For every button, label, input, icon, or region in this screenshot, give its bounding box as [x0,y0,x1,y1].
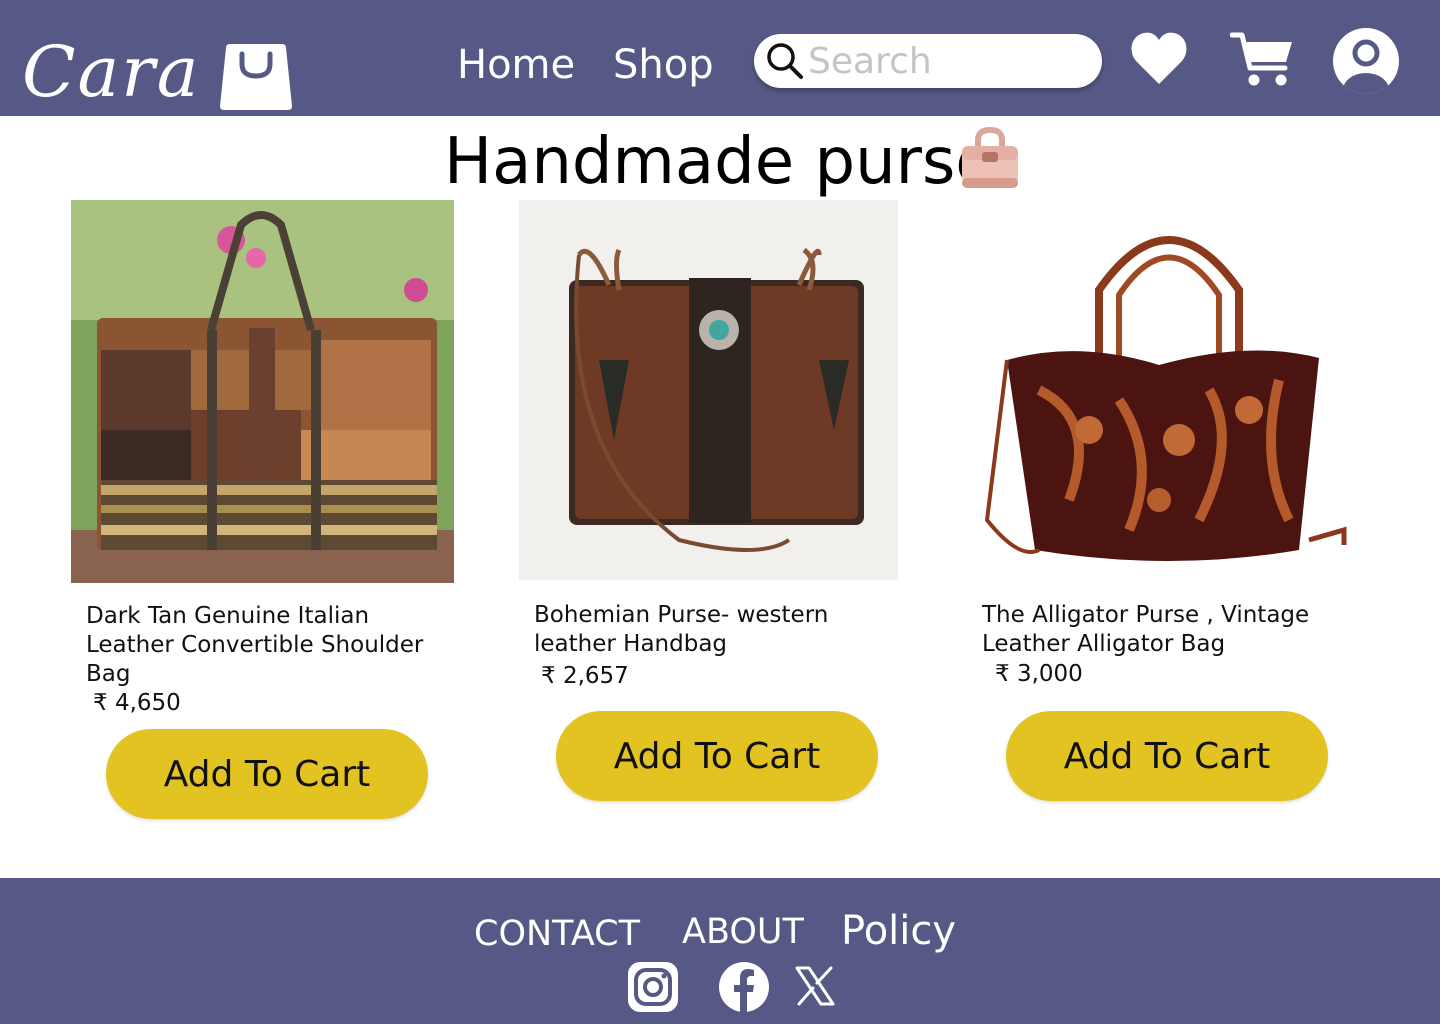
logo-text: Cara [22,31,201,113]
nav-shop[interactable]: Shop [613,42,714,88]
product-price: ₹ 2,657 [541,663,629,689]
product-name[interactable]: The Alligator Purse , Vintage Leather Al… [982,601,1342,659]
product-price: ₹ 3,000 [995,661,1083,687]
facebook-icon[interactable] [719,962,769,1012]
product-card: Dark Tan Genuine Italian Leather Convert… [71,200,491,840]
search-icon[interactable] [766,42,804,80]
x-icon[interactable] [795,966,835,1006]
page-title: Handmade purse [444,125,995,199]
product-image[interactable] [519,200,898,580]
search-input[interactable] [808,40,1088,82]
footer-link-policy[interactable]: Policy [841,908,956,954]
shopping-bag-icon [220,44,292,110]
footer-link-about[interactable]: ABOUT [682,912,804,952]
add-to-cart-button[interactable]: Add To Cart [556,711,878,801]
nav-home[interactable]: Home [457,42,575,88]
search-box[interactable] [754,34,1102,88]
product-card: Bohemian Purse- western leather Handbag … [519,200,939,840]
product-image[interactable] [71,200,454,583]
user-icon[interactable] [1333,28,1399,94]
product-name[interactable]: Bohemian Purse- western leather Handbag [534,601,894,659]
add-to-cart-button[interactable]: Add To Cart [1006,711,1328,801]
add-to-cart-button[interactable]: Add To Cart [106,729,428,819]
cart-icon[interactable] [1230,30,1294,88]
heart-icon[interactable] [1130,30,1188,86]
footer: CONTACT ABOUT Policy [0,878,1440,1024]
product-image[interactable] [979,200,1349,578]
footer-link-contact[interactable]: CONTACT [474,914,640,954]
instagram-icon[interactable] [628,962,678,1012]
logo[interactable]: Cara [18,30,298,114]
handbag-icon [962,126,1018,188]
product-name[interactable]: Dark Tan Genuine Italian Leather Convert… [86,602,446,689]
product-price: ₹ 4,650 [93,690,181,716]
header: Cara Home Shop [0,0,1440,116]
product-card: The Alligator Purse , Vintage Leather Al… [967,200,1387,840]
